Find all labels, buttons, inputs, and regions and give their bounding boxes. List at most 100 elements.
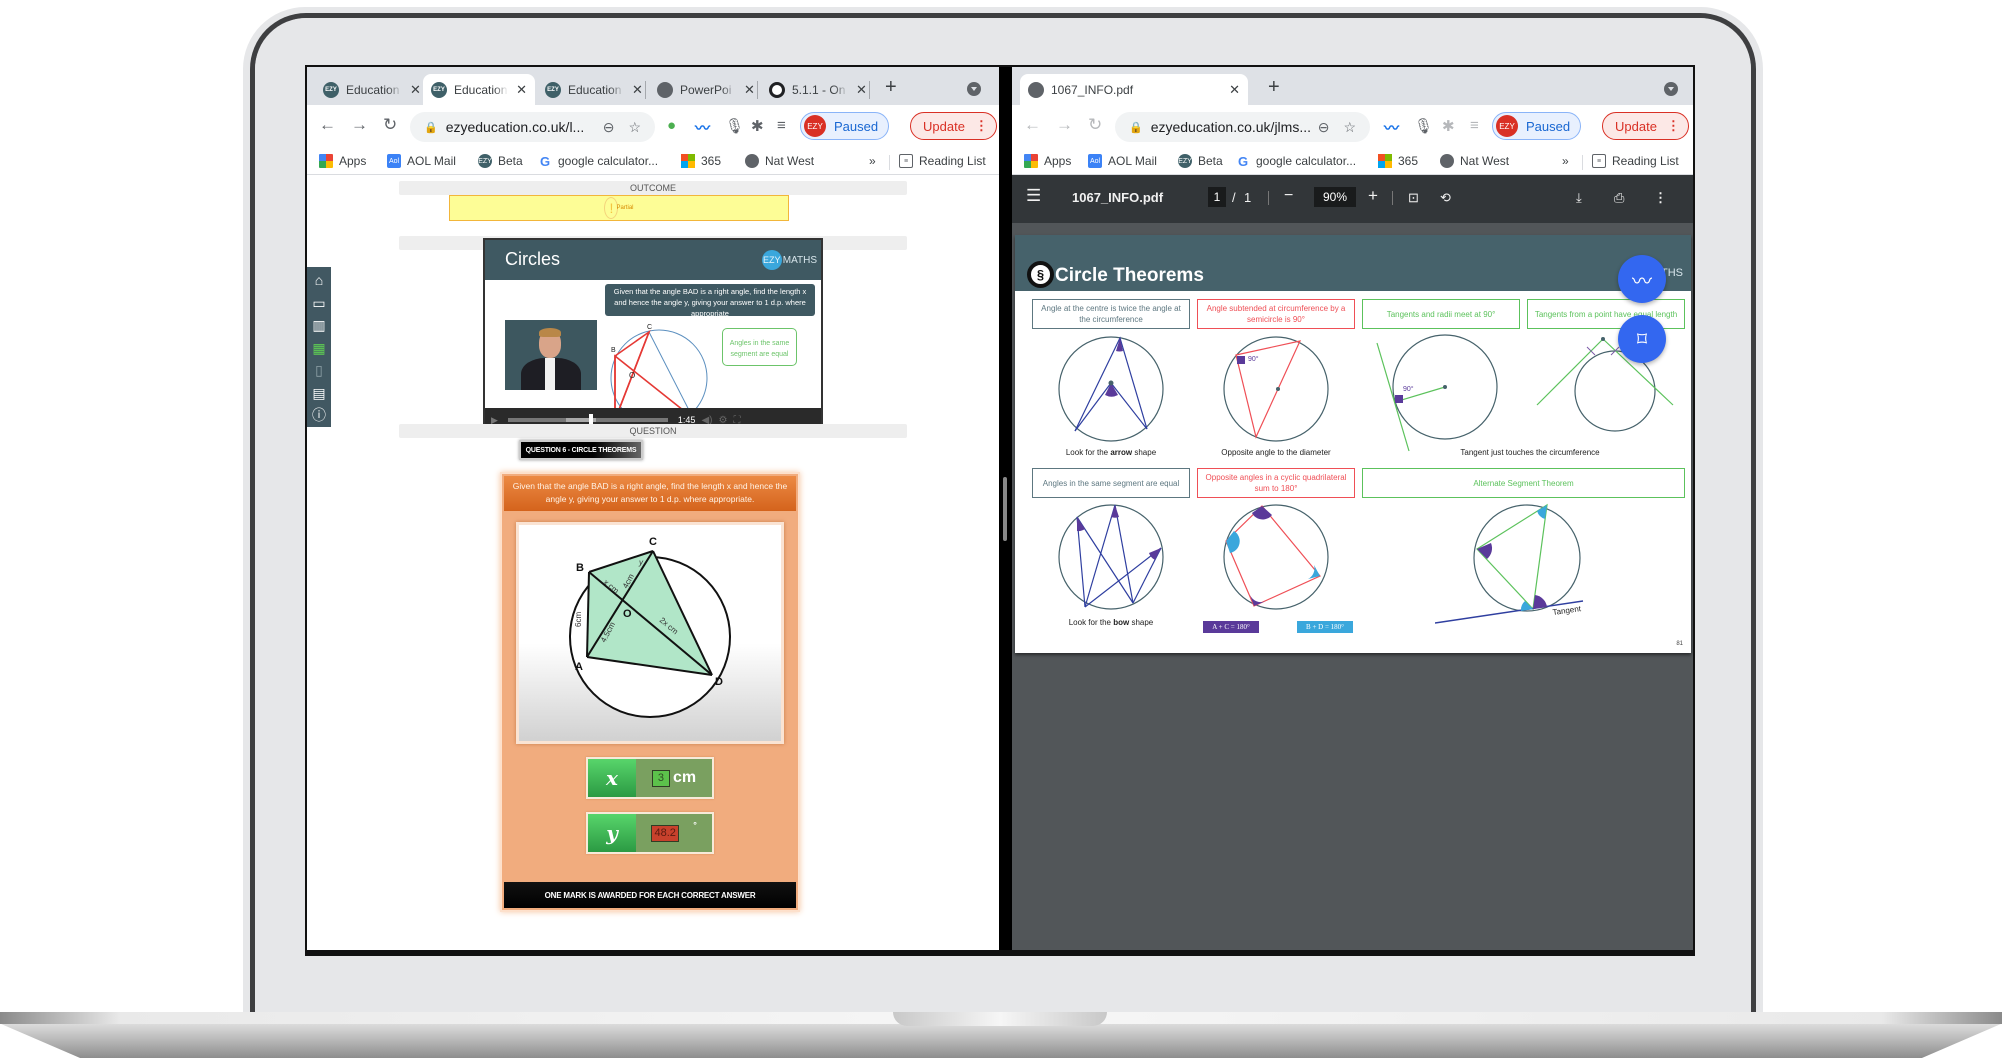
sum-badge-bd: B + D = 180° xyxy=(1297,621,1353,633)
bookmark-365[interactable]: 365 xyxy=(1378,154,1418,168)
new-tab-button[interactable]: + xyxy=(885,76,897,99)
bar-chart-icon[interactable]: ▥ xyxy=(310,316,328,334)
zoom-out-button[interactable]: − xyxy=(1284,187,1293,205)
address-bar[interactable]: 🔒 ezyeducation.co.uk/jlms... ⊖ ☆ xyxy=(1115,112,1370,142)
answer-y-input[interactable] xyxy=(651,824,680,842)
more-menu-icon[interactable]: ⋮ xyxy=(975,118,988,134)
media-queue-icon[interactable]: ≡ xyxy=(777,117,786,134)
bookmark-nat-west[interactable]: Nat West xyxy=(745,154,814,168)
grid-icon[interactable]: ▦ xyxy=(310,339,328,357)
ezy-icon: EZY xyxy=(1178,154,1192,168)
answer-x-input[interactable] xyxy=(651,769,670,787)
svg-text:O: O xyxy=(629,371,635,380)
back-icon[interactable]: ← xyxy=(1024,115,1041,135)
reload-icon[interactable]: ↻ xyxy=(1088,115,1102,135)
media-queue-icon[interactable]: ≡ xyxy=(1470,117,1479,134)
theorem-title: Angle subtended at circumference by a se… xyxy=(1197,299,1355,329)
bookmark-button[interactable]: ⌑ xyxy=(1618,315,1666,363)
print-icon[interactable]: ⎙ xyxy=(1614,190,1624,206)
microphone-icon[interactable]: 🎙 xyxy=(1414,117,1433,135)
zoom-icon[interactable]: ⊖ xyxy=(1318,119,1330,136)
bookmark-apps[interactable]: Apps xyxy=(1024,154,1071,168)
update-button[interactable]: Update ⋮ xyxy=(910,112,997,140)
tab-separator xyxy=(645,81,646,99)
reload-icon[interactable]: ↻ xyxy=(383,115,397,135)
id-card-icon[interactable]: ▤ xyxy=(310,384,328,402)
tab[interactable]: PowerPoi ✕ xyxy=(649,74,763,105)
split-view-divider[interactable] xyxy=(999,67,1012,951)
bookmark-apps[interactable]: Apps xyxy=(319,154,366,168)
question-prompt: Given that the angle BAD is a right angl… xyxy=(504,476,796,511)
profile-paused-button[interactable]: EZY Paused xyxy=(800,112,890,140)
rotate-icon[interactable]: ⟲ xyxy=(1440,190,1451,206)
theorem-title: Angle at the centre is twice the angle a… xyxy=(1032,299,1190,329)
point-label: A xyxy=(575,661,583,673)
lesson-content: OUTCOME ! Partial FEEDBACK ⌂ ▭ ▥ ▦ ▯ ▤ ⓘ… xyxy=(307,175,999,951)
slideshow-icon[interactable]: ▭ xyxy=(310,294,328,312)
extensions-puzzle-icon[interactable]: ✱ xyxy=(1442,117,1455,135)
profile-paused-button[interactable]: EZY Paused xyxy=(1492,112,1582,140)
tab-active[interactable]: EZY Education ✕ xyxy=(423,74,535,105)
tab-search-icon[interactable] xyxy=(967,82,981,96)
tab[interactable]: 5.1.1 - On ✕ xyxy=(761,74,875,105)
update-button[interactable]: Update ⋮ xyxy=(1602,112,1689,140)
forward-icon[interactable]: → xyxy=(351,115,368,135)
bookmark-star-icon[interactable]: ☆ xyxy=(628,119,641,136)
clipboard-icon[interactable]: ▯ xyxy=(310,361,328,379)
home-icon[interactable]: ⌂ xyxy=(310,271,328,289)
read-aloud-button[interactable]: 〰 xyxy=(1618,255,1666,303)
circle-geometry-diagram: C B A D O 6cm x cm 4cm 4.5cm 2x cm y xyxy=(569,536,731,718)
bookmarks-overflow[interactable]: » xyxy=(1562,154,1569,168)
address-bar[interactable]: 🔒 ezyeducation.co.uk/l... ⊖ ☆ xyxy=(410,112,655,142)
close-tab-icon[interactable]: ✕ xyxy=(1229,82,1240,98)
zoom-in-button[interactable]: + xyxy=(1368,186,1378,206)
bookmark-beta[interactable]: EZY Beta xyxy=(1178,154,1223,168)
feedback-video-player[interactable]: Circles EZY MATHS Given that the angle B… xyxy=(483,238,823,434)
tab[interactable]: EZY Education ✕ xyxy=(315,74,429,105)
info-icon[interactable]: ⓘ xyxy=(310,406,328,424)
zoom-icon[interactable]: ⊖ xyxy=(603,119,615,136)
reading-list-button[interactable]: ≡ Reading List xyxy=(899,154,986,168)
new-tab-button[interactable]: + xyxy=(1268,76,1280,99)
bookmark-aol-mail[interactable]: Aol AOL Mail xyxy=(387,154,456,168)
page-number-input[interactable] xyxy=(1208,187,1226,207)
back-icon[interactable]: ← xyxy=(319,115,336,135)
globe-icon xyxy=(745,154,759,168)
zoom-level-input[interactable] xyxy=(1314,187,1356,207)
close-tab-icon[interactable]: ✕ xyxy=(856,82,867,98)
download-icon[interactable]: ⤓ xyxy=(1576,190,1582,206)
marking-footer: ONE MARK IS AWARDED FOR EACH CORRECT ANS… xyxy=(504,882,796,908)
video-seek-bar[interactable] xyxy=(507,414,668,426)
audio-wave-icon[interactable]: 〰 xyxy=(695,117,710,138)
more-menu-icon[interactable]: ⋮ xyxy=(1667,118,1680,134)
microphone-icon[interactable]: 🎙 xyxy=(725,117,744,135)
more-options-icon[interactable]: ⋮ xyxy=(1654,190,1667,206)
audio-wave-icon[interactable]: 〰 xyxy=(1384,117,1399,138)
menu-hamburger-icon[interactable]: ☰ xyxy=(1026,186,1041,206)
variable-label: y xyxy=(588,814,636,852)
bookmark-star-icon[interactable]: ☆ xyxy=(1343,119,1356,136)
bookmark-aol-mail[interactable]: Aol AOL Mail xyxy=(1088,154,1157,168)
fit-page-icon[interactable]: ⊡ xyxy=(1408,190,1419,206)
bookmark-google-calculator[interactable]: Ggoogle calculator... xyxy=(538,154,658,169)
extension-bug-icon[interactable]: ● xyxy=(667,117,676,134)
bookmark-nat-west[interactable]: Nat West xyxy=(1440,154,1509,168)
close-tab-icon[interactable]: ✕ xyxy=(632,82,643,98)
forward-icon[interactable]: → xyxy=(1056,115,1073,135)
svg-text:Tangent: Tangent xyxy=(1552,604,1582,617)
reading-list-button[interactable]: ≡ Reading List xyxy=(1592,154,1679,168)
ezy-icon: EZY xyxy=(545,81,561,98)
pdf-page: § Circle Theorems EZY MATHS Angle at the… xyxy=(1015,235,1691,653)
tab-search-icon[interactable] xyxy=(1664,82,1678,96)
close-tab-icon[interactable]: ✕ xyxy=(516,82,527,98)
extensions-puzzle-icon[interactable]: ✱ xyxy=(751,117,764,135)
resize-handle[interactable] xyxy=(1003,477,1007,541)
tab[interactable]: EZY Education ✕ xyxy=(537,74,651,105)
bookmarks-overflow[interactable]: » xyxy=(869,154,876,168)
bookmark-365[interactable]: 365 xyxy=(681,154,721,168)
close-tab-icon[interactable]: ✕ xyxy=(744,82,755,98)
bookmark-google-calculator[interactable]: Ggoogle calculator... xyxy=(1236,154,1356,169)
tab-active[interactable]: 1067_INFO.pdf ✕ xyxy=(1020,74,1248,105)
bookmark-beta[interactable]: EZY Beta xyxy=(478,154,523,168)
close-tab-icon[interactable]: ✕ xyxy=(410,82,421,98)
